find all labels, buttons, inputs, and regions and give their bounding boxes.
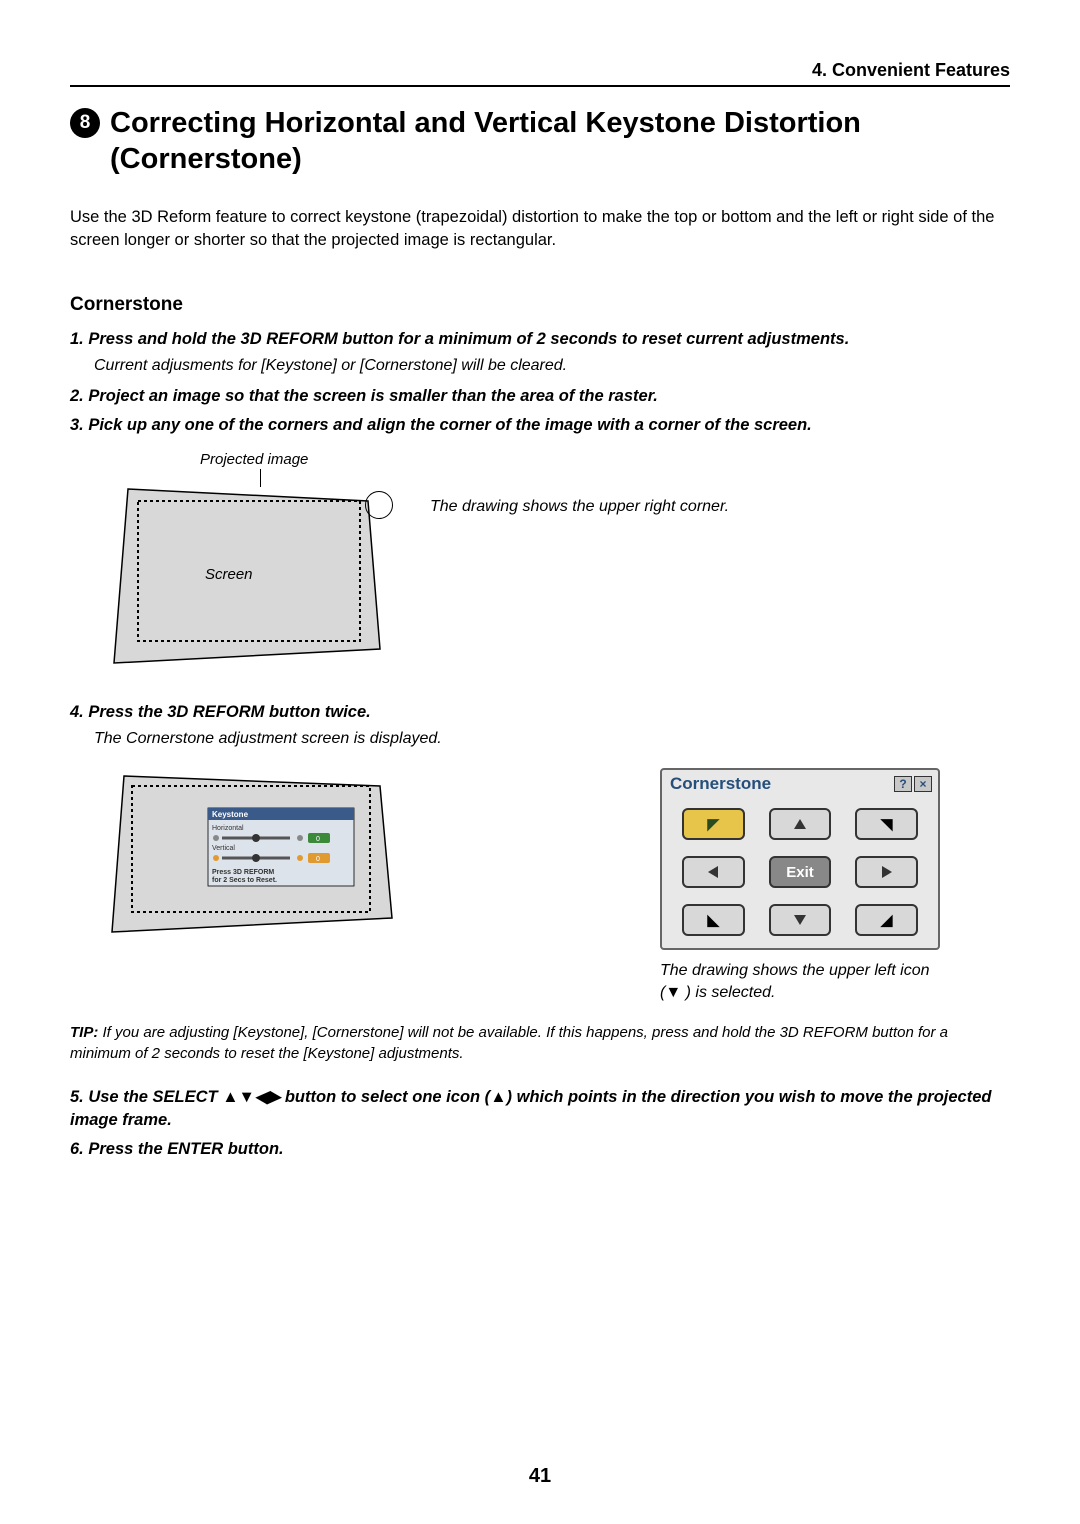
corner-right-button[interactable] <box>855 856 918 888</box>
step-2: 2. Project an image so that the screen i… <box>70 385 1010 408</box>
subsection-heading: Cornerstone <box>70 294 1010 316</box>
page-number: 41 <box>0 1465 1080 1488</box>
corner-lower-left-button[interactable]: ◣ <box>682 904 745 936</box>
corner-left-button[interactable] <box>682 856 745 888</box>
help-icon[interactable]: ? <box>894 776 912 792</box>
section-heading: 8 Correcting Horizontal and Vertical Key… <box>70 105 1010 178</box>
step-1: 1. Press and hold the 3D REFORM button f… <box>70 328 1010 351</box>
vertical-label: Vertical <box>212 845 235 852</box>
keystone-title: Keystone <box>212 810 249 819</box>
step-3: 3. Pick up any one of the corners and al… <box>70 414 1010 437</box>
projected-image-label: Projected image <box>200 451 308 468</box>
tip-block: TIP: If you are adjusting [Keystone], [C… <box>70 1023 1010 1064</box>
cornerstone-grid: ◤ ◥ Exit ◣ ◢ <box>662 798 938 936</box>
screen-label: Screen <box>205 566 253 583</box>
step-5: 5. Use the SELECT ▲▼◀▶ button to select … <box>70 1086 1010 1132</box>
cornerstone-window: Cornerstone ? × ◤ ◥ Exit ◣ ◢ <box>660 768 940 950</box>
section-number-icon: 8 <box>70 108 100 138</box>
corner-up-button[interactable] <box>769 808 832 840</box>
horizontal-label: Horizontal <box>212 825 244 832</box>
step-4-note: The Cornerstone adjustment screen is dis… <box>94 730 1010 748</box>
figure-2-diagram: Keystone Horizontal 0 Vertical 0 Press 3… <box>110 768 400 948</box>
corner-callout-icon <box>365 491 393 519</box>
tip-body: If you are adjusting [Keystone], [Corner… <box>70 1024 948 1061</box>
close-icon[interactable]: × <box>914 776 932 792</box>
chapter-title: 4. Convenient Features <box>812 60 1010 81</box>
intro-paragraph: Use the 3D Reform feature to correct key… <box>70 206 1010 252</box>
reset-hint-a: Press 3D REFORM <box>212 869 274 876</box>
figure-1-row: Projected image Screen The drawing shows… <box>110 451 1010 671</box>
corner-upper-right-button[interactable]: ◥ <box>855 808 918 840</box>
exit-button[interactable]: Exit <box>769 856 831 888</box>
reset-hint-b: for 2 Secs to Reset. <box>212 877 277 884</box>
v-value: 0 <box>316 856 320 863</box>
step-6: 6. Press the ENTER button. <box>70 1138 1010 1161</box>
step-4: 4. Press the 3D REFORM button twice. <box>70 701 1010 724</box>
cornerstone-caption: The drawing shows the upper left icon (▼… <box>660 960 940 1003</box>
step-1-note: Current adjusments for [Keystone] or [Co… <box>94 357 1010 375</box>
figure-1-caption: The drawing shows the upper right corner… <box>430 496 729 518</box>
keystone-osd-illustration: Keystone Horizontal 0 Vertical 0 Press 3… <box>110 768 400 948</box>
chapter-header: 4. Convenient Features <box>70 60 1010 87</box>
cornerstone-title: Cornerstone <box>670 774 771 794</box>
cornerstone-window-column: Cornerstone ? × ◤ ◥ Exit ◣ ◢ The drawing <box>660 768 940 1003</box>
cornerstone-titlebar: Cornerstone ? × <box>662 770 938 798</box>
section-title: Correcting Horizontal and Vertical Keyst… <box>110 105 1010 178</box>
corner-lower-right-button[interactable]: ◢ <box>855 904 918 936</box>
figure-1-diagram: Projected image Screen <box>110 451 400 671</box>
corner-down-button[interactable] <box>769 904 832 936</box>
tip-label: TIP: <box>70 1024 98 1041</box>
corner-upper-left-button[interactable]: ◤ <box>682 808 745 840</box>
h-value: 0 <box>316 836 320 843</box>
figure-2-row: Keystone Horizontal 0 Vertical 0 Press 3… <box>110 768 1010 1003</box>
